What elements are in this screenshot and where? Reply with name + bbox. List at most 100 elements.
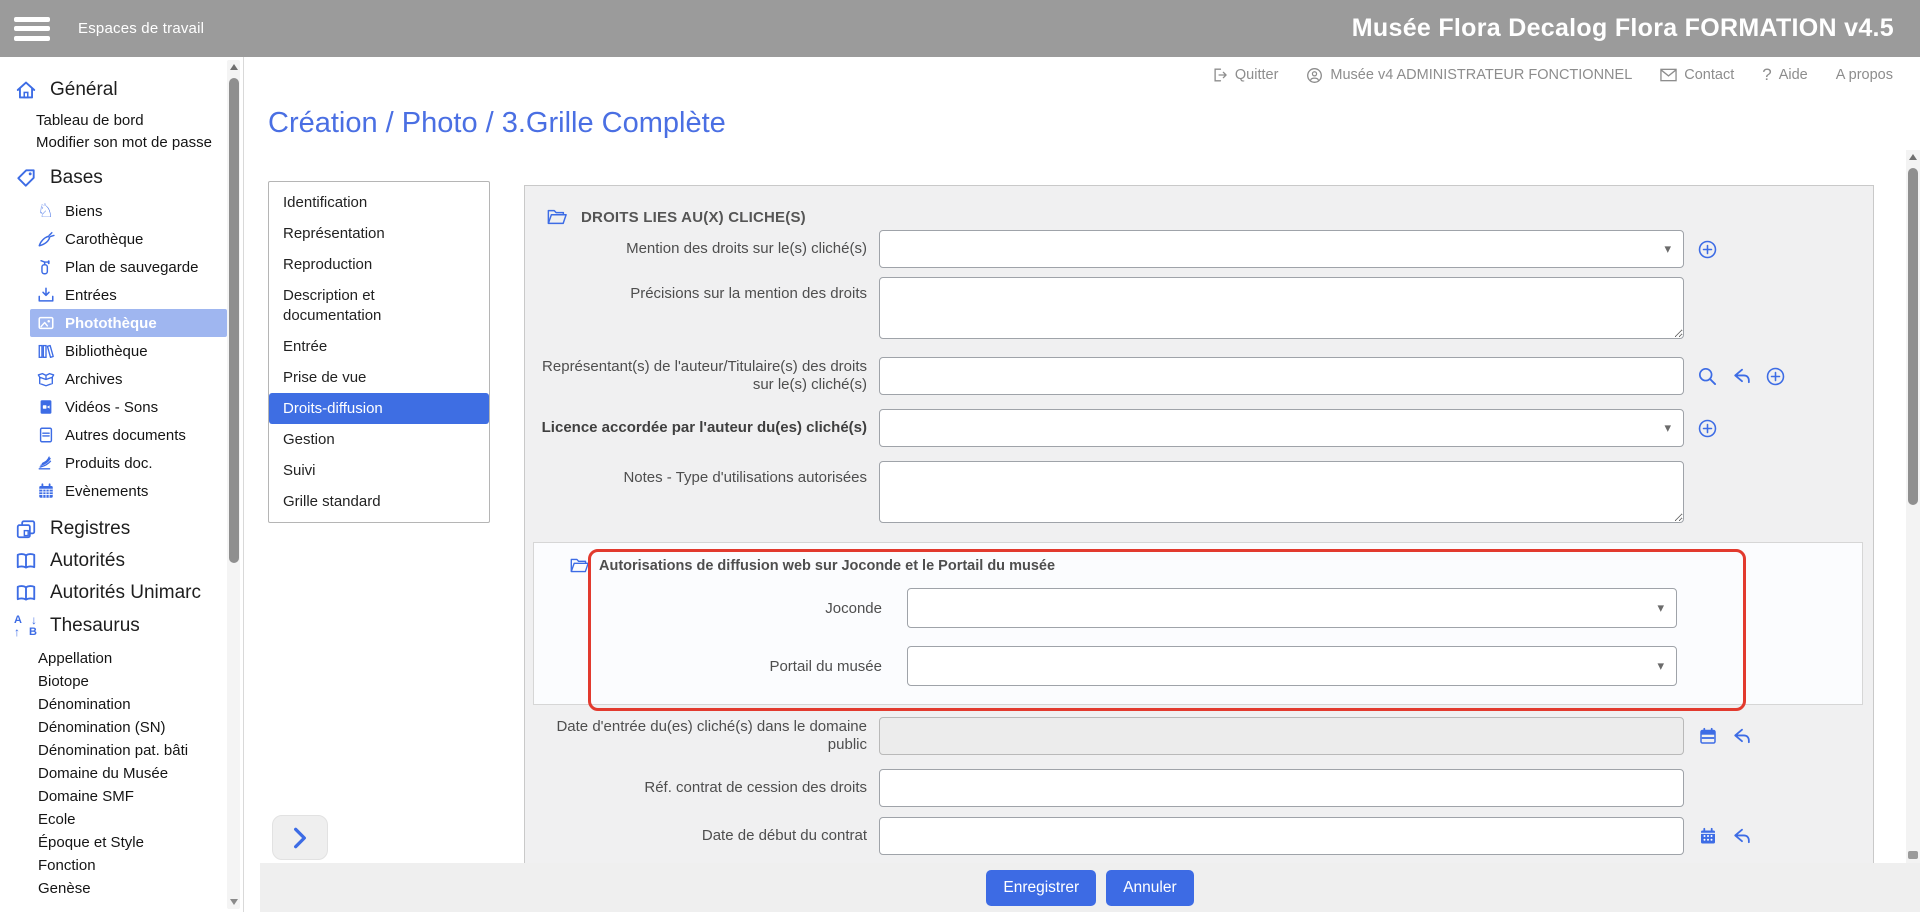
representant-input[interactable]	[879, 357, 1684, 395]
sidebar-item-thesaurus[interactable]: A ↓ ↑ B Thesaurus	[0, 609, 243, 643]
cancel-button[interactable]: Annuler	[1106, 869, 1194, 906]
add-circle-icon[interactable]	[1697, 239, 1718, 260]
search-icon[interactable]	[1697, 366, 1718, 387]
tab-suivi[interactable]: Suivi	[269, 455, 489, 486]
licence-select[interactable]: ▾	[879, 409, 1684, 447]
add-circle-icon[interactable]	[1697, 418, 1718, 439]
sidebar-item-fonction[interactable]: Fonction	[0, 855, 243, 878]
section-header: DROITS LIES AU(X) CLICHE(S)	[525, 208, 1873, 226]
precisions-textarea[interactable]	[879, 277, 1684, 339]
about-link[interactable]: A propos	[1836, 67, 1893, 83]
sidebar-item-carotheque[interactable]: Carothèque	[30, 225, 227, 253]
sidebar-scrollbar-thumb[interactable]	[228, 78, 239, 563]
ref-contrat-input[interactable]	[879, 769, 1684, 807]
sidebar-item-autres-documents[interactable]: Autres documents	[30, 421, 227, 449]
mention-droits-select[interactable]: ▾	[879, 230, 1684, 268]
tab-droits-diffusion[interactable]: Droits-diffusion	[269, 393, 489, 424]
utility-bar: Quitter Musée v4 ADMINISTRATEUR FONCTION…	[1212, 65, 1893, 85]
portail-musee-select[interactable]: ▾	[907, 646, 1677, 686]
calendar-icon[interactable]	[1697, 726, 1718, 747]
sidebar-item-evenements[interactable]: Evènements	[30, 477, 227, 505]
exit-icon	[1212, 67, 1228, 83]
sidebar-item-epoque-et-style[interactable]: Époque et Style	[0, 832, 243, 855]
sidebar-item-archives[interactable]: Archives	[30, 365, 227, 393]
calendar-grid-icon[interactable]	[1697, 826, 1718, 847]
sidebar-item-bases[interactable]: Bases	[0, 163, 243, 193]
field-row-joconde: Joconde ▾	[534, 588, 1862, 628]
help-link[interactable]: ? Aide	[1762, 65, 1808, 85]
scroll-down-arrow-icon[interactable]	[1908, 851, 1918, 859]
sidebar-item-domaine-smf[interactable]: Domaine SMF	[0, 786, 243, 809]
sidebar: Général Tableau de bord Modifier son mot…	[0, 57, 244, 912]
save-button[interactable]: Enregistrer	[986, 869, 1097, 906]
quit-link[interactable]: Quitter	[1212, 67, 1278, 83]
tab-description-et-documentation[interactable]: Description et documentation	[269, 280, 489, 331]
add-circle-icon[interactable]	[1765, 366, 1786, 387]
tab-representation[interactable]: Représentation	[269, 218, 489, 249]
sidebar-item-videos-sons[interactable]: Vidéos - Sons	[30, 393, 227, 421]
sidebar-scrollbar[interactable]	[227, 60, 240, 909]
application-window: Espaces de travail Musée Flora Decalog F…	[0, 0, 1920, 912]
user-label: Musée v4 ADMINISTRATEUR FONCTIONNEL	[1330, 67, 1633, 83]
field-label: Réf. contrat de cession des droits	[644, 778, 867, 796]
chevron-right-icon	[289, 825, 311, 851]
joconde-select[interactable]: ▾	[907, 588, 1677, 628]
sidebar-item-bibliotheque[interactable]: Bibliothèque	[30, 337, 227, 365]
sidebar-item-registres[interactable]: Registres	[0, 513, 243, 545]
undo-arrow-icon[interactable]	[1731, 726, 1752, 747]
alphabetical-sort-icon: A ↓ ↑ B	[14, 613, 37, 639]
about-label: A propos	[1835, 67, 1893, 83]
sidebar-item-denomination[interactable]: Dénomination	[0, 694, 243, 717]
tab-grille-standard[interactable]: Grille standard	[269, 486, 489, 517]
sidebar-item-modifier-mot-de-passe[interactable]: Modifier son mot de passe	[0, 131, 243, 153]
sidebar-item-general[interactable]: Général	[0, 75, 243, 105]
contact-link[interactable]: Contact	[1660, 67, 1734, 83]
open-book-icon	[14, 581, 38, 605]
chevron-down-icon: ▾	[1657, 600, 1664, 615]
sidebar-item-domaine-du-musee[interactable]: Domaine du Musée	[0, 763, 243, 786]
workspace-label[interactable]: Espaces de travail	[78, 20, 204, 37]
tab-gestion[interactable]: Gestion	[269, 424, 489, 455]
chevron-down-icon: ▾	[1664, 420, 1671, 435]
undo-arrow-icon[interactable]	[1731, 826, 1752, 847]
sidebar-item-genese[interactable]: Genèse	[0, 878, 243, 901]
scroll-down-arrow-icon[interactable]	[227, 895, 240, 909]
field-row-date-debut: Date de début du contrat	[525, 817, 1873, 855]
sidebar-item-autorites[interactable]: Autorités	[0, 545, 243, 577]
sidebar-item-label: Produits doc.	[65, 454, 153, 472]
sidebar-item-denomination-pat-bati[interactable]: Dénomination pat. bâti	[0, 740, 243, 763]
folder-open-icon[interactable]	[547, 208, 567, 226]
content-scrollbar[interactable]	[1906, 150, 1920, 863]
sidebar-item-appellation[interactable]: Appellation	[0, 648, 243, 671]
undo-arrow-icon[interactable]	[1731, 366, 1752, 387]
content-scrollbar-thumb[interactable]	[1908, 168, 1918, 505]
sidebar-item-autorites-unimarc[interactable]: Autorités Unimarc	[0, 577, 243, 609]
field-row-date-domaine-public: Date d'entrée du(es) cliché(s) dans le d…	[525, 717, 1873, 755]
hamburger-menu-icon[interactable]	[14, 16, 50, 41]
sidebar-item-biotope[interactable]: Biotope	[0, 671, 243, 694]
tab-reproduction[interactable]: Reproduction	[269, 249, 489, 280]
sidebar-item-plan-de-sauvegarde[interactable]: Plan de sauvegarde	[30, 253, 227, 281]
folder-open-icon[interactable]	[570, 557, 589, 574]
sidebar-item-denomination-sn[interactable]: Dénomination (SN)	[0, 717, 243, 740]
tab-entree[interactable]: Entrée	[269, 331, 489, 362]
scroll-up-arrow-icon[interactable]	[1906, 150, 1920, 164]
sidebar-item-ecole[interactable]: Ecole	[0, 809, 243, 832]
sidebar-item-label: Autres documents	[65, 426, 186, 444]
date-debut-input[interactable]	[879, 817, 1684, 855]
sidebar-item-label: Photothèque	[65, 314, 157, 332]
sidebar-item-label: Général	[50, 79, 118, 100]
current-user[interactable]: Musée v4 ADMINISTRATEUR FONCTIONNEL	[1306, 67, 1632, 84]
tab-identification[interactable]: Identification	[269, 187, 489, 218]
tab-prise-de-vue[interactable]: Prise de vue	[269, 362, 489, 393]
sidebar-item-tableau-de-bord[interactable]: Tableau de bord	[0, 109, 243, 131]
sidebar-item-produits-doc[interactable]: Produits doc.	[30, 449, 227, 477]
field-row-representant: Représentant(s) de l'auteur/Titulaire(s)…	[525, 357, 1873, 395]
scroll-up-arrow-icon[interactable]	[227, 60, 240, 74]
sidebar-item-biens[interactable]: ♘ Biens	[30, 197, 227, 225]
sidebar-item-label: Plan de sauvegarde	[65, 258, 199, 276]
notes-textarea[interactable]	[879, 461, 1684, 523]
expand-panel-button[interactable]	[272, 815, 328, 860]
sidebar-item-phototheque[interactable]: Photothèque	[30, 309, 227, 337]
sidebar-item-entrees[interactable]: Entrées	[30, 281, 227, 309]
